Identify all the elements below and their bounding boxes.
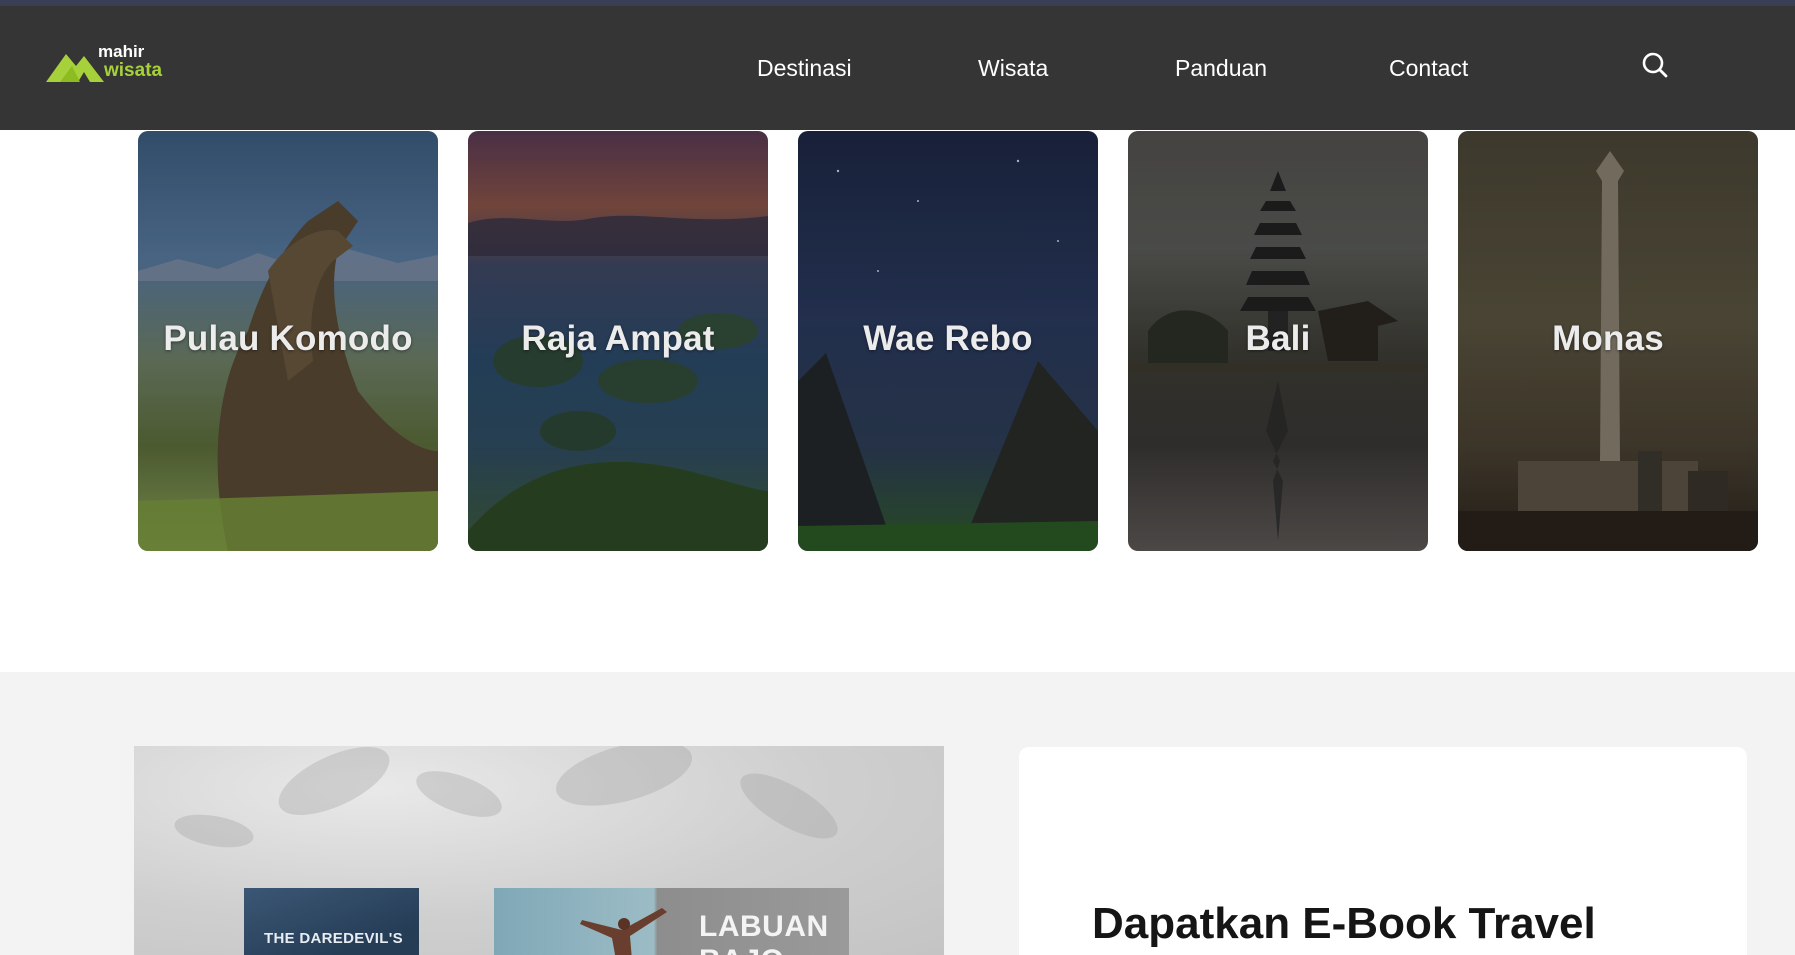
- destination-card-wae-rebo[interactable]: Wae Rebo: [798, 131, 1098, 551]
- brand-name-bottom: wisata: [104, 60, 163, 81]
- ebook-cover-labuan-bajo: LABUAN BAJO: [494, 888, 849, 955]
- search-button[interactable]: [1640, 50, 1670, 80]
- destination-title: Bali: [1245, 319, 1311, 358]
- destination-title: Monas: [1552, 319, 1664, 358]
- destination-title: Pulau Komodo: [163, 319, 413, 358]
- brand-logo[interactable]: mahir wisata: [46, 42, 176, 86]
- destination-card-raja-ampat[interactable]: Raja Ampat: [468, 131, 768, 551]
- ebook-cover-figure: [580, 908, 667, 955]
- destination-title: Wae Rebo: [863, 319, 1033, 358]
- destination-card-pulau-komodo[interactable]: Pulau Komodo: [138, 131, 438, 551]
- mountain-logo-icon: [46, 54, 104, 82]
- navbar: mahir wisata Destinasi Wisata Panduan Co…: [0, 6, 1795, 130]
- destination-title: Raja Ampat: [521, 319, 715, 358]
- ebook-heading: Dapatkan E-Book Travel: [1092, 899, 1596, 948]
- ebook-section: THE DAREDEVIL'S LABUAN BAJO Dapatkan E-B…: [0, 672, 1795, 955]
- destination-card-bali[interactable]: Bali: [1128, 131, 1428, 551]
- nav-panduan[interactable]: Panduan: [1175, 55, 1267, 82]
- ebook-cover-daredevil: THE DAREDEVIL'S: [244, 888, 419, 955]
- ebook-info-card: Dapatkan E-Book Travel: [1019, 747, 1747, 955]
- ebook-preview-image: THE DAREDEVIL'S LABUAN BAJO: [134, 746, 944, 955]
- brand-name-top: mahir: [98, 42, 145, 61]
- nav-wisata[interactable]: Wisata: [978, 55, 1048, 82]
- ebook-cover-title: LABUAN BAJO: [699, 910, 829, 955]
- window-top-border: [0, 0, 1795, 6]
- ebook-cover-title: THE DAREDEVIL'S: [264, 930, 403, 947]
- destination-card-monas[interactable]: Monas: [1458, 131, 1758, 551]
- search-icon: [1642, 52, 1668, 78]
- nav-destinasi[interactable]: Destinasi: [757, 55, 852, 82]
- nav-contact[interactable]: Contact: [1389, 55, 1468, 82]
